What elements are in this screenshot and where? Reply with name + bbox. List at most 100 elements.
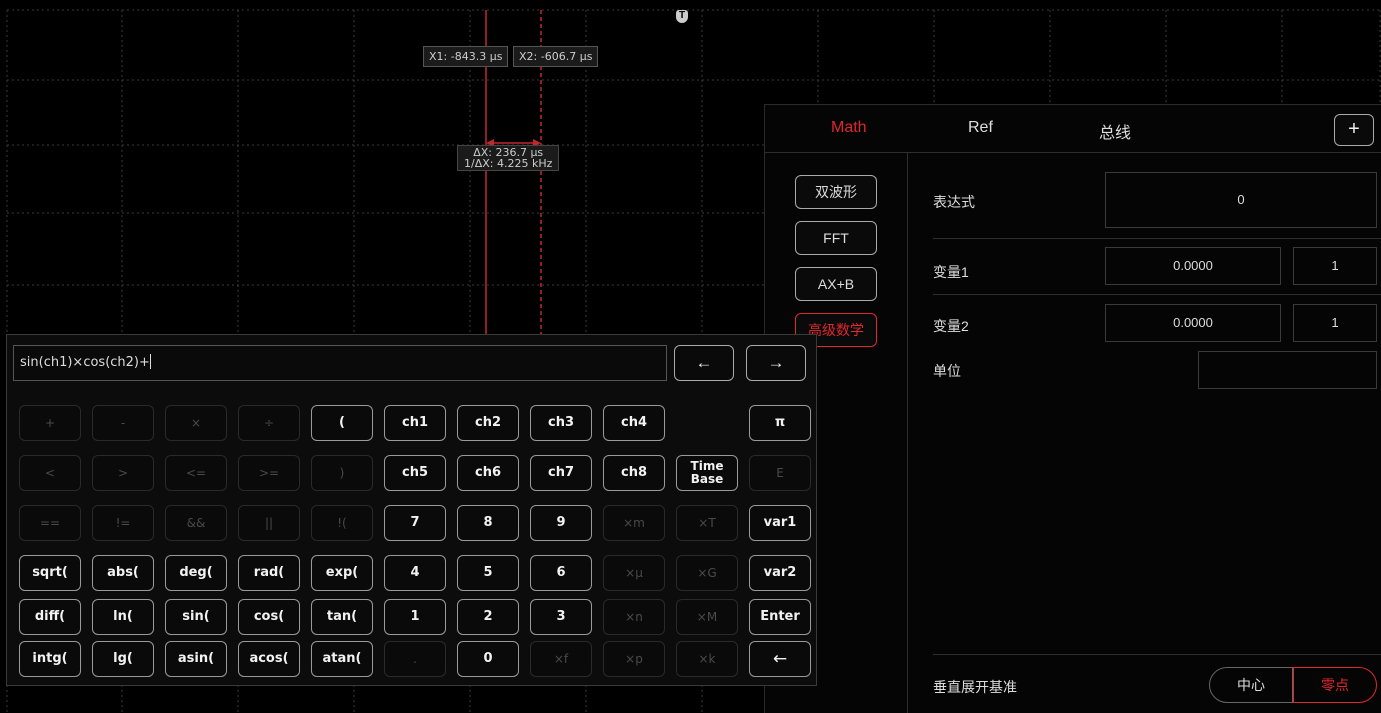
key-n: ×n (603, 599, 665, 635)
cursor-right-button[interactable]: → (746, 345, 806, 381)
key-7[interactable]: 7 (384, 505, 446, 541)
key-sqrt[interactable]: sqrt( (19, 555, 81, 591)
key-symbol-0-1: - (92, 405, 154, 441)
key-symbol-1-1: > (92, 455, 154, 491)
key-g: ×G (676, 555, 738, 591)
inverse-delta-x-text: 1/ΔX: 4.225 kHz (464, 157, 553, 170)
var2-value-field[interactable]: 0.0000 (1105, 304, 1281, 342)
vertical-expand-zero-option[interactable]: 零点 (1293, 667, 1377, 703)
mode-axb-button[interactable]: AX+B (795, 267, 877, 301)
expression-keyboard: sin(ch1)×cos(ch2)+ ← → + - × ÷ ( ch1 ch2 ch3 ch4… (6, 334, 817, 686)
key-ln[interactable]: ln( (92, 599, 154, 635)
key-asin[interactable]: asin( (165, 641, 227, 677)
key-enter[interactable]: Enter (749, 599, 811, 635)
var1-scale-field[interactable]: 1 (1293, 247, 1377, 285)
key-symbol-0-10[interactable]: π (749, 405, 811, 441)
key-symbol-2-4: !( (311, 505, 373, 541)
key-symbol-2-1: != (92, 505, 154, 541)
key-diff[interactable]: diff( (19, 599, 81, 635)
key-symbol-0-4[interactable]: ( (311, 405, 373, 441)
vertical-expand-toggle: 中心 零点 (1209, 667, 1377, 703)
cursor-x1-readout: X1: -843.3 µs (423, 46, 509, 67)
key-symbol-2-0: == (19, 505, 81, 541)
math-settings-panel: Math Ref 总线 + 双波形 FFT AX+B 高级数学 表达式 0 变量… (764, 104, 1381, 713)
key-ch1[interactable]: ch1 (384, 405, 446, 441)
vertical-expand-label: 垂直展开基准 (933, 679, 1017, 695)
key-8[interactable]: 8 (457, 505, 519, 541)
mode-dual-waveform-button[interactable]: 双波形 (795, 175, 877, 209)
cursor-left-button[interactable]: ← (674, 345, 734, 381)
key-4[interactable]: 4 (384, 555, 446, 591)
var1-value-field[interactable]: 0.0000 (1105, 247, 1281, 285)
key-var2[interactable]: var2 (749, 555, 811, 591)
var2-label: 变量2 (933, 318, 969, 334)
key-deg[interactable]: deg( (165, 555, 227, 591)
unit-field[interactable] (1198, 351, 1377, 389)
key-ch8[interactable]: ch8 (603, 455, 665, 491)
panel-tab-bar: Math Ref 总线 + (765, 105, 1381, 153)
var1-label: 变量1 (933, 264, 969, 280)
key-5[interactable]: 5 (457, 555, 519, 591)
key-tan[interactable]: tan( (311, 599, 373, 635)
key-atan[interactable]: atan( (311, 641, 373, 677)
key-ch4[interactable]: ch4 (603, 405, 665, 441)
key-ch5[interactable]: ch5 (384, 455, 446, 491)
vertical-expand-center-option[interactable]: 中心 (1209, 667, 1293, 703)
tab-bus[interactable]: 总线 (1099, 119, 1131, 143)
key-ch2[interactable]: ch2 (457, 405, 519, 441)
cursor-x2-readout: X2: -606.7 µs (513, 46, 599, 67)
key-ch7[interactable]: ch7 (530, 455, 592, 491)
key-symbol-1-0: < (19, 455, 81, 491)
key-abs[interactable]: abs( (92, 555, 154, 591)
tab-ref[interactable]: Ref (968, 119, 993, 137)
key-1[interactable]: 1 (384, 599, 446, 635)
key-symbol-0-0: + (19, 405, 81, 441)
key-sin[interactable]: sin( (165, 599, 227, 635)
key-ch6[interactable]: ch6 (457, 455, 519, 491)
expression-input-text: sin(ch1)×cos(ch2)+ (20, 355, 150, 370)
key-intg[interactable]: intg( (19, 641, 81, 677)
key-3[interactable]: 3 (530, 599, 592, 635)
key-t: ×T (676, 505, 738, 541)
key-f: ×f (530, 641, 592, 677)
key-m: ×m (603, 505, 665, 541)
key-symbol-1-3: >= (238, 455, 300, 491)
key-p: ×p (603, 641, 665, 677)
var2-scale-field[interactable]: 1 (1293, 304, 1377, 342)
add-button[interactable]: + (1334, 114, 1374, 146)
mode-fft-button[interactable]: FFT (795, 221, 877, 255)
key-ch3[interactable]: ch3 (530, 405, 592, 441)
key-var1[interactable]: var1 (749, 505, 811, 541)
expression-label: 表达式 (933, 194, 975, 210)
key-e: E (749, 455, 811, 491)
key-symbol-1-4: ) (311, 455, 373, 491)
key-k: ×k (676, 641, 738, 677)
key-lg[interactable]: lg( (92, 641, 154, 677)
key-symbol-2-3: || (238, 505, 300, 541)
key-symbol-3-8: ×μ (603, 555, 665, 591)
divider (933, 238, 1381, 239)
key-symbol-5-5: . (384, 641, 446, 677)
key-9[interactable]: 9 (530, 505, 592, 541)
key-symbol-1-2: <= (165, 455, 227, 491)
key-0[interactable]: 0 (457, 641, 519, 677)
divider (933, 654, 1381, 655)
key-rad[interactable]: rad( (238, 555, 300, 591)
key-2[interactable]: 2 (457, 599, 519, 635)
key-exp[interactable]: exp( (311, 555, 373, 591)
text-caret (149, 354, 151, 369)
key-symbol-0-3: ÷ (238, 405, 300, 441)
unit-label: 单位 (933, 363, 961, 379)
key-time-base[interactable]: Time Base (676, 455, 738, 491)
expression-field[interactable]: 0 (1105, 172, 1377, 228)
trigger-position-marker[interactable]: T (676, 10, 688, 23)
key-acos[interactable]: acos( (238, 641, 300, 677)
divider (933, 294, 1381, 295)
key-symbol-0-2: × (165, 405, 227, 441)
cursor-delta-readout: ΔX: 236.7 µs 1/ΔX: 4.225 kHz (457, 145, 560, 171)
tab-math[interactable]: Math (831, 119, 867, 137)
key-6[interactable]: 6 (530, 555, 592, 591)
expression-input[interactable]: sin(ch1)×cos(ch2)+ (13, 345, 667, 381)
key-symbol-5-10[interactable]: ← (749, 641, 811, 677)
key-cos[interactable]: cos( (238, 599, 300, 635)
